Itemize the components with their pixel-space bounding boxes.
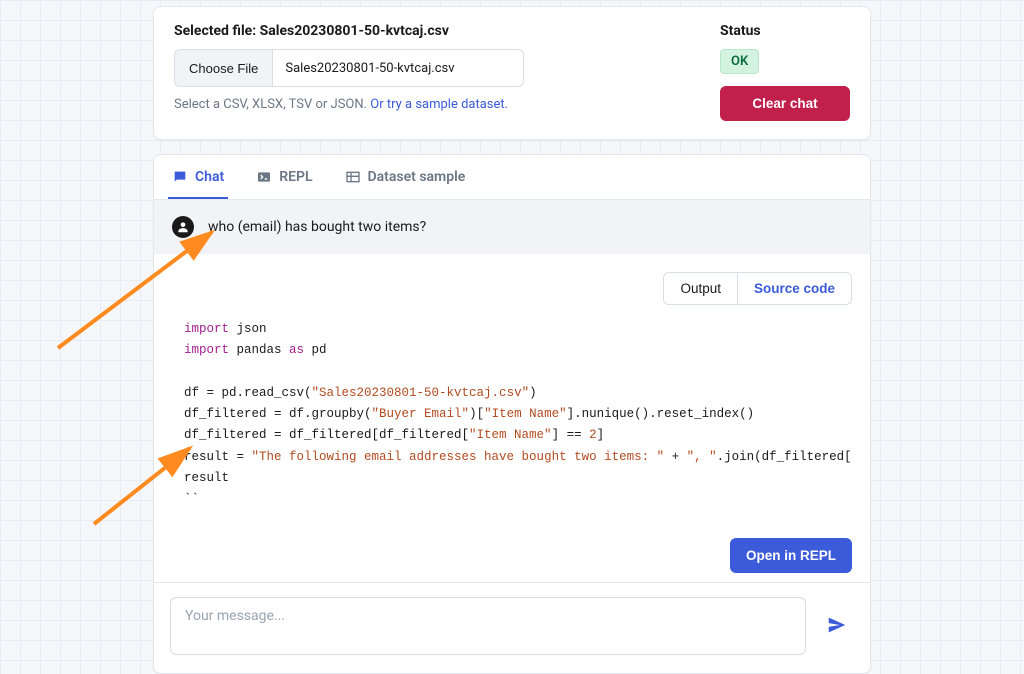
file-selector-section: Selected file: Sales20230801-50-kvtcaj.c…: [174, 23, 720, 121]
file-help-text: Select a CSV, XLSX, TSV or JSON. Or try …: [174, 97, 720, 112]
user-avatar-icon: [172, 216, 194, 238]
user-message-text: who (email) has bought two items?: [208, 219, 426, 235]
chat-icon: [172, 169, 188, 185]
sample-dataset-link[interactable]: Or try a sample dataset.: [370, 97, 508, 112]
tab-repl[interactable]: REPL: [252, 155, 316, 199]
message-input-bar: [154, 582, 870, 673]
tab-bar: Chat REPL Dataset sample: [154, 155, 870, 200]
tab-dataset-label: Dataset sample: [368, 169, 466, 185]
output-toggle-button[interactable]: Output: [664, 273, 737, 304]
user-message-row: who (email) has bought two items?: [154, 200, 870, 254]
selected-file-label: Selected file: Sales20230801-50-kvtcaj.c…: [174, 23, 720, 39]
status-heading: Status: [720, 23, 761, 39]
file-status-card: Selected file: Sales20230801-50-kvtcaj.c…: [153, 6, 871, 140]
tab-chat-label: Chat: [195, 169, 224, 185]
code-view-toggle: Output Source code: [184, 272, 852, 305]
file-input-row: Choose File Sales20230801-50-kvtcaj.csv: [174, 49, 524, 87]
tab-repl-label: REPL: [279, 169, 312, 185]
source-code-block[interactable]: import json import pandas as pd df = pd.…: [184, 317, 852, 516]
send-icon: [826, 624, 848, 639]
terminal-icon: [256, 169, 272, 185]
table-icon: [345, 169, 361, 185]
message-input[interactable]: [170, 597, 806, 655]
tab-dataset-sample[interactable]: Dataset sample: [341, 155, 470, 199]
chat-scroll-area[interactable]: who (email) has bought two items? Output…: [154, 200, 870, 582]
source-code-toggle-button[interactable]: Source code: [737, 273, 851, 304]
send-button[interactable]: [820, 608, 854, 645]
open-in-repl-button[interactable]: Open in REPL: [730, 538, 852, 573]
choose-file-button[interactable]: Choose File: [175, 50, 273, 86]
tab-chat[interactable]: Chat: [168, 155, 228, 199]
status-section: Status OK Clear chat: [720, 23, 850, 121]
status-badge: OK: [720, 49, 759, 74]
assistant-response: Output Source code import json import pa…: [154, 254, 870, 582]
main-panel: Chat REPL Dataset sample who (email): [153, 154, 871, 674]
clear-chat-button[interactable]: Clear chat: [720, 86, 850, 121]
chosen-file-name: Sales20230801-50-kvtcaj.csv: [273, 61, 466, 76]
